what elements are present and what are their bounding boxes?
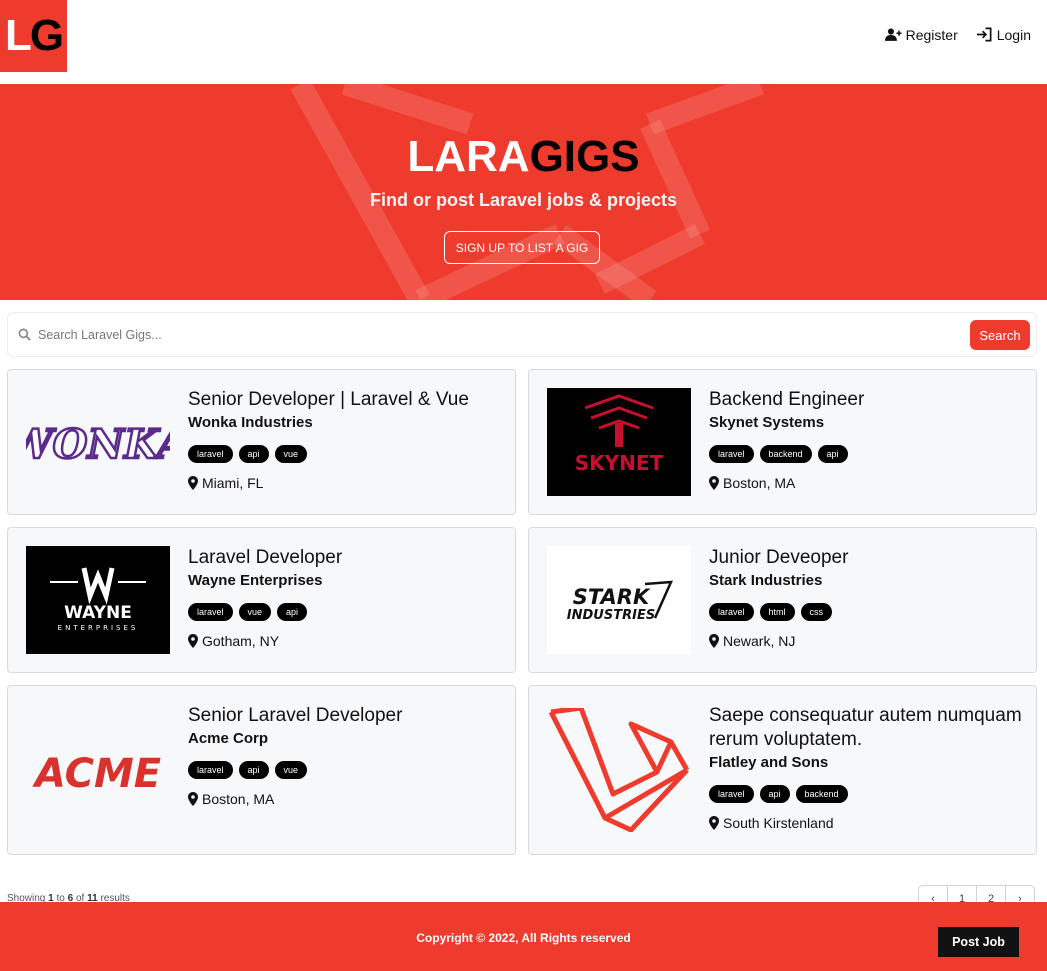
listing-company: Flatley and Sons xyxy=(709,754,829,771)
tag[interactable]: laravel xyxy=(709,785,754,803)
listing-card[interactable]: WONKA Senior Developer | Laravel & Vue W… xyxy=(7,369,516,515)
tag[interactable]: laravel xyxy=(188,603,233,621)
listing-title[interactable]: Junior Deveoper xyxy=(709,546,1024,570)
map-marker-icon xyxy=(709,476,719,490)
tag[interactable]: vue xyxy=(274,761,308,779)
map-marker-icon xyxy=(188,792,198,806)
search-input[interactable] xyxy=(38,321,938,349)
svg-text:WONKA: WONKA xyxy=(26,421,170,468)
map-marker-icon xyxy=(188,476,198,490)
copyright-text: Copyright © 2022, All Rights reserved xyxy=(416,931,631,945)
listing-location: South Kirstenland xyxy=(709,815,1024,831)
listing-location: Newark, NJ xyxy=(709,633,1024,649)
svg-text:ENTERPRISES: ENTERPRISES xyxy=(58,624,139,632)
company-logo: STARK INDUSTRIES xyxy=(547,546,691,654)
listing-card[interactable]: STARK INDUSTRIES Junior Deveoper Stark I… xyxy=(528,527,1037,673)
nav-links: Register Login xyxy=(884,26,1031,43)
listing-location: Boston, MA xyxy=(709,475,1024,491)
tag-list: laravel vue api xyxy=(188,603,503,621)
tag[interactable]: css xyxy=(800,603,833,621)
svg-text:WAYNE: WAYNE xyxy=(64,603,132,623)
svg-text:ACME: ACME xyxy=(32,751,161,797)
company-logo: ACME xyxy=(26,717,170,825)
listing-location: Gotham, NY xyxy=(188,633,503,649)
tag[interactable]: api xyxy=(759,785,790,803)
hero-title: LARAGIGS xyxy=(407,132,640,181)
svg-text:SKYNET: SKYNET xyxy=(575,451,664,475)
listing-location: Boston, MA xyxy=(188,791,503,807)
tag[interactable]: html xyxy=(759,603,795,621)
listing-company: Stark Industries xyxy=(709,572,823,589)
tag-list: laravel backend api xyxy=(709,445,1024,463)
svg-text:INDUSTRIES: INDUSTRIES xyxy=(567,608,655,623)
listing-location: Miami, FL xyxy=(188,475,503,491)
company-logo: WAYNE ENTERPRISES xyxy=(26,546,170,654)
company-logo: SKYNET xyxy=(547,388,691,496)
tag[interactable]: laravel xyxy=(188,445,233,463)
listing-title[interactable]: Saepe consequatur autem numquam rerum vo… xyxy=(709,704,1024,752)
listing-card[interactable]: WAYNE ENTERPRISES Laravel Developer Wayn… xyxy=(7,527,516,673)
navbar: LG Register Login xyxy=(0,0,1047,84)
hero-banner: LARAGIGS Find or post Laravel jobs & pro… xyxy=(0,84,1047,300)
map-marker-icon xyxy=(709,816,719,830)
tag[interactable]: vue xyxy=(238,603,272,621)
listing-title[interactable]: Laravel Developer xyxy=(188,546,503,570)
search-icon xyxy=(18,328,31,341)
register-link[interactable]: Register xyxy=(884,26,958,43)
listing-company: Skynet Systems xyxy=(709,414,825,431)
tag[interactable]: api xyxy=(238,761,269,779)
tag[interactable]: api xyxy=(817,445,848,463)
listing-company: Acme Corp xyxy=(188,730,269,747)
hero-subtitle: Find or post Laravel jobs & projects xyxy=(369,190,678,210)
listing-card[interactable]: ACME Senior Laravel Developer Acme Corp … xyxy=(7,685,516,855)
tag[interactable]: api xyxy=(277,603,308,621)
listing-title[interactable]: Senior Developer | Laravel & Vue xyxy=(188,388,503,412)
listing-title[interactable]: Backend Engineer xyxy=(709,388,1024,412)
tag[interactable]: vue xyxy=(274,445,308,463)
tag-list: laravel api vue xyxy=(188,761,503,779)
listing-title[interactable]: Senior Laravel Developer xyxy=(188,704,503,728)
sign-in-icon xyxy=(976,27,992,42)
tag-list: laravel html css xyxy=(709,603,1024,621)
map-marker-icon xyxy=(709,634,719,648)
user-plus-icon xyxy=(884,28,902,41)
map-marker-icon xyxy=(188,634,198,648)
post-job-button[interactable]: Post Job xyxy=(938,927,1019,957)
tag[interactable]: laravel xyxy=(709,445,754,463)
footer: Copyright © 2022, All Rights reserved Po… xyxy=(0,902,1047,971)
listing-card[interactable]: Saepe consequatur autem numquam rerum vo… xyxy=(528,685,1037,855)
laravel-logo-icon xyxy=(547,708,691,832)
search-button[interactable]: Search xyxy=(970,320,1030,350)
search-bar: Search xyxy=(7,312,1037,357)
login-link[interactable]: Login xyxy=(976,26,1031,43)
login-label: Login xyxy=(996,26,1031,43)
register-label: Register xyxy=(905,26,958,43)
tag[interactable]: backend xyxy=(759,445,812,463)
tag[interactable]: laravel xyxy=(188,761,233,779)
tag[interactable]: api xyxy=(238,445,269,463)
listing-company: Wonka Industries xyxy=(188,414,313,431)
svg-text:STARK: STARK xyxy=(573,585,651,609)
tag[interactable]: backend xyxy=(795,785,848,803)
listing-card[interactable]: SKYNET Backend Engineer Skynet Systems l… xyxy=(528,369,1037,515)
company-logo: WONKA xyxy=(26,388,170,496)
tag-list: laravel api backend xyxy=(709,785,1024,803)
signup-cta-button[interactable]: SIGN UP TO LIST A GIG xyxy=(444,231,600,264)
listing-company: Wayne Enterprises xyxy=(188,572,323,589)
site-logo[interactable]: LG xyxy=(0,0,67,72)
tag-list: laravel api vue xyxy=(188,445,503,463)
tag[interactable]: laravel xyxy=(709,603,754,621)
